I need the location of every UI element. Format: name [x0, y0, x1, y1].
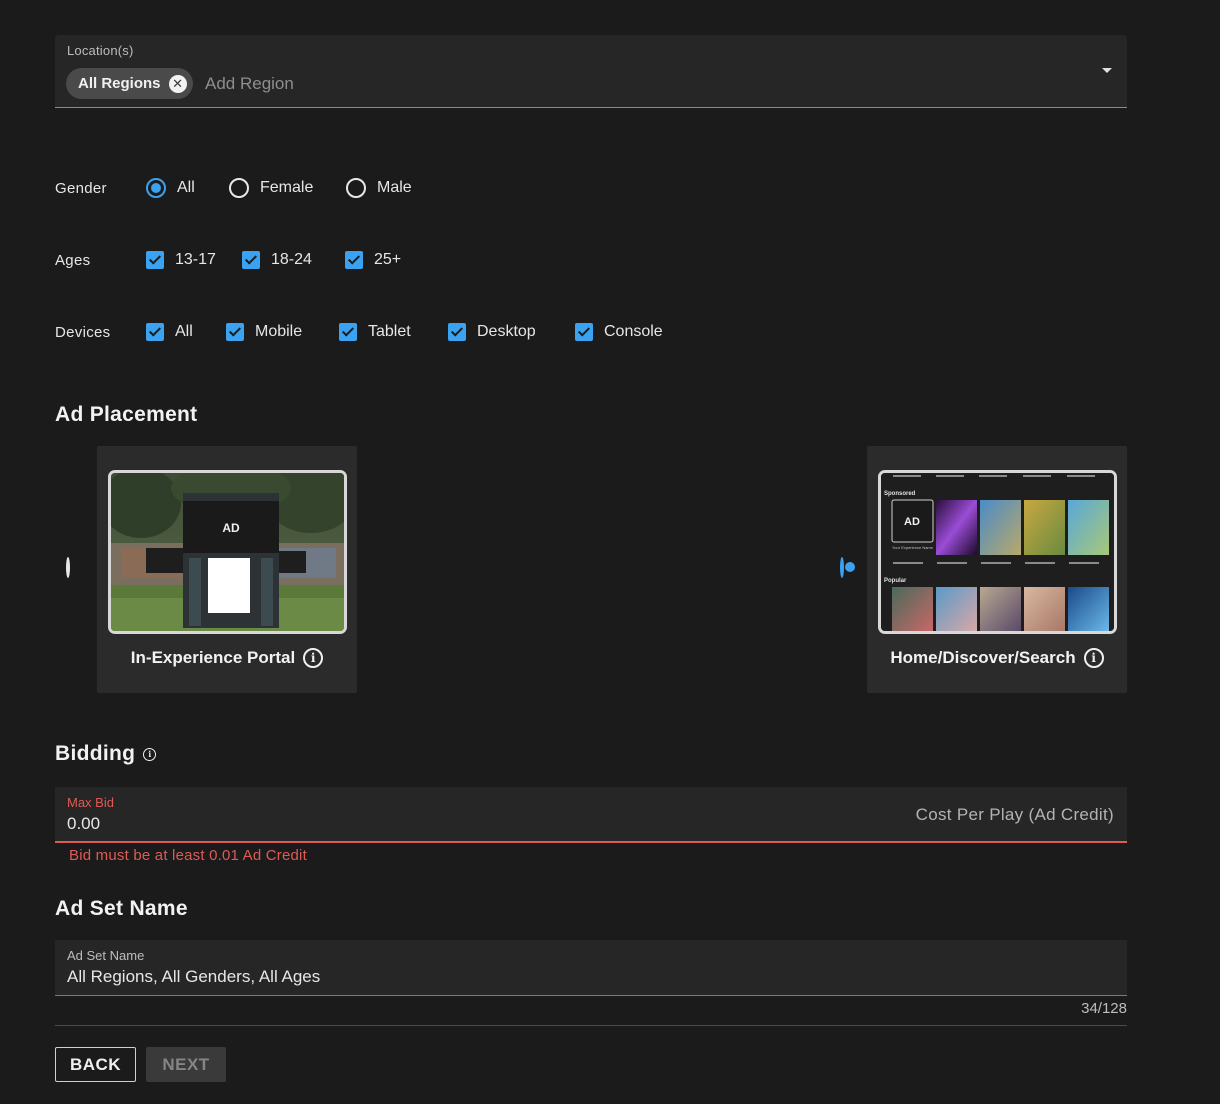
max-bid-field[interactable]: Max Bid Cost Per Play (Ad Credit) [55, 787, 1127, 843]
portal-card-label: In-Experience Portal i [97, 648, 357, 668]
checkbox-icon[interactable] [226, 323, 244, 341]
checkbox-icon[interactable] [448, 323, 466, 341]
region-chip: All Regions ✕ [66, 68, 193, 99]
checkbox-icon[interactable] [242, 251, 260, 269]
checkbox-icon[interactable] [146, 251, 164, 269]
option-label: Mobile [255, 323, 303, 340]
device-option-console[interactable]: Console [575, 323, 663, 341]
ad-set-name-label: Ad Set Name [67, 948, 145, 963]
radio-icon[interactable] [346, 178, 366, 198]
portal-ad-text: AD [222, 521, 240, 535]
placement-radio-portal[interactable] [66, 557, 70, 578]
info-icon[interactable]: i [303, 648, 324, 668]
age-option-13-17[interactable]: 13-17 [146, 251, 216, 269]
max-bid-input[interactable] [67, 813, 767, 835]
character-counter: 34/128 [1081, 1000, 1127, 1017]
option-label: 13-17 [175, 251, 216, 268]
checkbox-icon[interactable] [345, 251, 363, 269]
bidding-info-icon[interactable]: i [143, 747, 157, 761]
portal-scene-illustration: AD [111, 473, 344, 631]
option-label: All [177, 179, 195, 196]
ad-set-name-title: Ad Set Name [55, 897, 188, 920]
devices-label: Devices [55, 324, 111, 341]
option-label: Tablet [368, 323, 411, 340]
home-screen-illustration: Sponsored AD Your Experience Name Popula… [881, 473, 1114, 631]
checkbox-icon[interactable] [339, 323, 357, 341]
info-icon[interactable]: i [1083, 648, 1104, 668]
home-card-label: Home/Discover/Search i [867, 648, 1127, 668]
placement-card-portal[interactable]: AD In-Experience Portal i [97, 446, 357, 693]
bid-error-message: Bid must be at least 0.01 Ad Credit [69, 847, 307, 864]
bidding-title: Bidding [55, 742, 136, 765]
checkbox-icon[interactable] [146, 323, 164, 341]
max-bid-label: Max Bid [67, 795, 114, 810]
back-button[interactable]: BACK [55, 1047, 136, 1082]
dropdown-arrow-icon[interactable] [1102, 68, 1112, 73]
add-region-input[interactable] [205, 71, 1045, 97]
radio-icon[interactable] [146, 178, 166, 198]
gender-label: Gender [55, 180, 107, 197]
option-label: Console [604, 323, 663, 340]
card-title: In-Experience Portal [130, 648, 296, 667]
divider [55, 1025, 1127, 1026]
option-label: Female [260, 179, 314, 196]
location-label: Location(s) [67, 43, 134, 58]
checkbox-icon[interactable] [575, 323, 593, 341]
ad-placement-title: Ad Placement [55, 403, 198, 426]
option-label: All [175, 323, 193, 340]
gender-option-all[interactable]: All [146, 178, 195, 198]
placement-radio-home[interactable] [840, 557, 844, 578]
bidding-heading: Bidding i [55, 742, 157, 766]
age-option-25-plus[interactable]: 25+ [345, 251, 401, 269]
device-option-mobile[interactable]: Mobile [226, 323, 302, 341]
popular-label: Popular [884, 578, 907, 584]
gender-option-female[interactable]: Female [229, 178, 313, 198]
option-label: Desktop [477, 323, 536, 340]
cost-per-play-adornment: Cost Per Play (Ad Credit) [915, 805, 1114, 824]
option-label: 18-24 [271, 251, 312, 268]
home-ad-text: AD [904, 516, 920, 528]
device-option-tablet[interactable]: Tablet [339, 323, 411, 341]
age-option-18-24[interactable]: 18-24 [242, 251, 312, 269]
ad-set-name-field[interactable]: Ad Set Name [55, 940, 1127, 996]
home-preview-image: Sponsored AD Your Experience Name Popula… [878, 470, 1117, 634]
next-button[interactable]: NEXT [146, 1047, 226, 1082]
region-chip-label: All Regions [78, 75, 161, 92]
option-label: Male [377, 179, 412, 196]
radio-icon[interactable] [229, 178, 249, 198]
sponsored-label: Sponsored [884, 491, 916, 497]
device-option-desktop[interactable]: Desktop [448, 323, 536, 341]
card-title: Home/Discover/Search [890, 648, 1076, 667]
placement-card-home[interactable]: Sponsored AD Your Experience Name Popula… [867, 446, 1127, 693]
option-label: 25+ [374, 251, 402, 268]
location-field[interactable]: Location(s) All Regions ✕ [55, 35, 1127, 108]
ad-set-name-input[interactable] [67, 966, 1107, 988]
ages-label: Ages [55, 252, 91, 269]
portal-preview-image: AD [108, 470, 347, 634]
remove-chip-icon[interactable]: ✕ [168, 74, 187, 93]
gender-option-male[interactable]: Male [346, 178, 412, 198]
experience-name-label: Your Experience Name [892, 545, 934, 550]
device-option-all[interactable]: All [146, 323, 193, 341]
